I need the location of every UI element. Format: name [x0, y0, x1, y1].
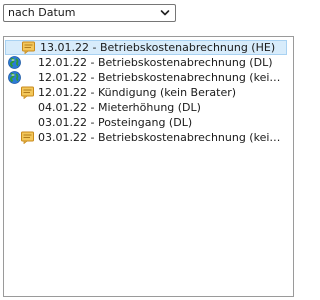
- note-icon: [21, 86, 34, 100]
- sort-select[interactable]: nach Datum: [3, 4, 176, 22]
- list-item-label: 04.01.22 - Mieterhöhung (DL): [38, 101, 201, 114]
- list-item[interactable]: 12.01.22 - Betriebskostenabrechnung (DL): [4, 55, 287, 70]
- note-icon: [22, 41, 35, 54]
- list-item-label: 03.01.22 - Betriebskostenabrechnung (kei…: [38, 131, 281, 144]
- list-item[interactable]: 03.01.22 - Posteingang (DL): [4, 115, 287, 130]
- list-item[interactable]: 13.01.22 - Betriebskostenabrechnung (HE): [5, 40, 287, 55]
- globe-icon: [8, 56, 21, 69]
- list-item-label: 12.01.22 - Betriebskostenabrechnung (DL): [38, 56, 273, 69]
- list-item[interactable]: 03.01.22 - Betriebskostenabrechnung (kei…: [4, 130, 287, 145]
- list-item-label: 12.01.22 - Kündigung (kein Berater): [38, 86, 237, 99]
- chevron-down-icon: [160, 10, 170, 16]
- list-item[interactable]: 04.01.22 - Mieterhöhung (DL): [4, 100, 287, 115]
- sort-select-value: nach Datum: [8, 6, 76, 19]
- list-item-label: 13.01.22 - Betriebskostenabrechnung (HE): [40, 41, 276, 54]
- list-item[interactable]: 12.01.22 - Kündigung (kein Berater): [4, 85, 287, 100]
- globe-icon: [8, 71, 21, 84]
- note-icon: [21, 131, 34, 145]
- list-item[interactable]: 12.01.22 - Betriebskostenabrechnung (kei…: [4, 70, 287, 85]
- list-item-label: 03.01.22 - Posteingang (DL): [38, 116, 193, 129]
- list-item-label: 12.01.22 - Betriebskostenabrechnung (kei…: [38, 71, 281, 84]
- history-listbox[interactable]: 13.01.22 - Betriebskostenabrechnung (HE)…: [3, 36, 294, 297]
